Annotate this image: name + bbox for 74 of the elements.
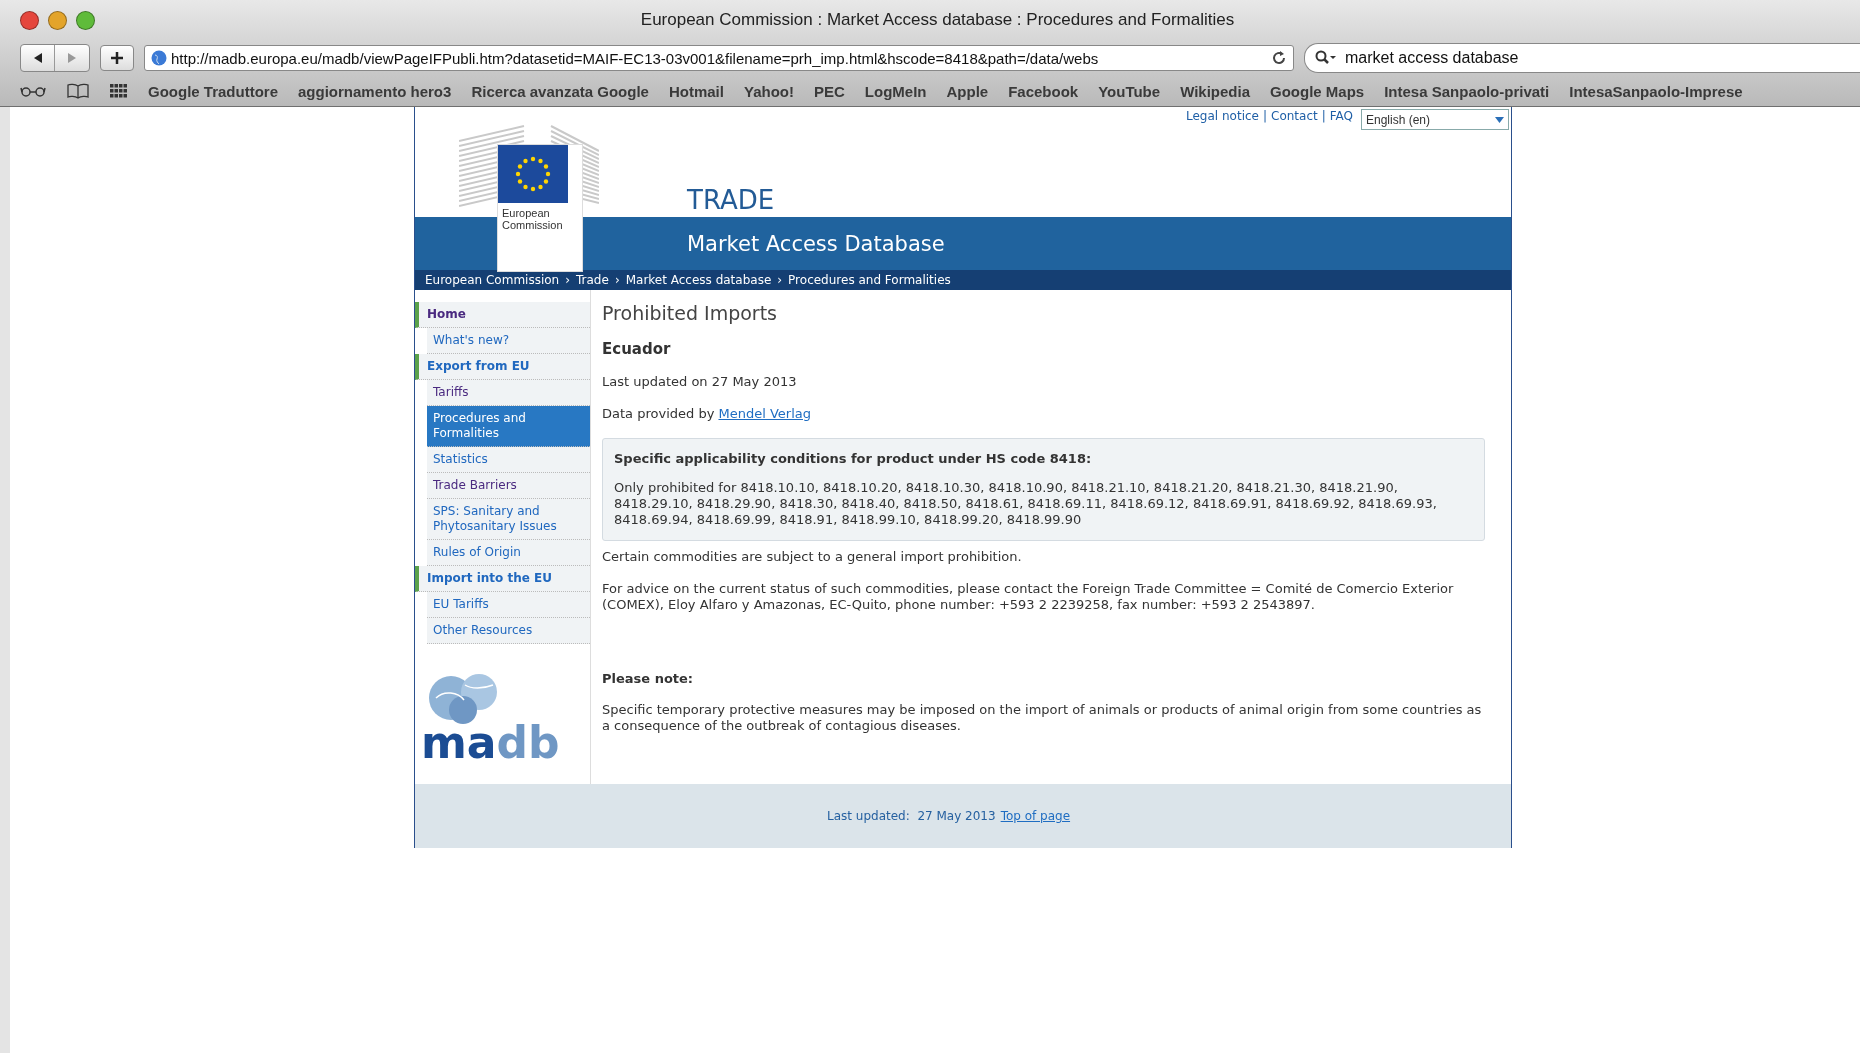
sidebar-section[interactable]: Import into the EU bbox=[415, 566, 590, 592]
plus-icon bbox=[110, 51, 124, 65]
sidebar-section[interactable]: Export from EU bbox=[415, 354, 590, 380]
provider-text: Data provided by Mendel Verlag bbox=[602, 406, 812, 422]
sidebar-subitem[interactable]: Statistics bbox=[427, 447, 590, 473]
bookmark-link[interactable]: LogMeIn bbox=[864, 82, 927, 100]
provider-link[interactable]: Mendel Verlag bbox=[718, 406, 811, 421]
forward-arrow-icon bbox=[66, 52, 78, 64]
close-icon[interactable] bbox=[20, 10, 39, 30]
madb-logo: madb bbox=[421, 670, 581, 770]
book-icon[interactable] bbox=[66, 83, 90, 99]
ec-logo[interactable]: European Commission bbox=[498, 145, 582, 271]
note-text: Specific temporary protective measures may be imposed on the import of animals or products of animal origin from some countries as a consequence of the outbreak of contagious diseases. bbox=[602, 702, 1483, 734]
logo-text: European Commission bbox=[501, 206, 564, 233]
dropdown-caret-icon bbox=[1495, 116, 1504, 123]
sidebar-subitem[interactable]: Rules of Origin bbox=[427, 540, 590, 566]
globe-icon bbox=[151, 50, 167, 66]
sidebar-section[interactable]: Home bbox=[415, 302, 590, 328]
language-select[interactable]: English (en) bbox=[1361, 109, 1509, 130]
header-link[interactable]: Legal notice bbox=[1186, 109, 1259, 123]
site-name: Market Access Database bbox=[687, 231, 945, 256]
sidebar-subitem[interactable]: Trade Barriers bbox=[427, 473, 590, 499]
sidebar-subitem[interactable]: Procedures and Formalities bbox=[427, 406, 590, 447]
bookmark-link[interactable]: Facebook bbox=[1008, 82, 1079, 100]
country-heading: Ecuador bbox=[602, 340, 672, 358]
conditions-text: Only prohibited for 8418.10.10, 8418.10.20, 8418.10.30, 8418.10.90, 8418.21.10, 8418.21.20, 8418.21.30, 8418.21.90, 8418.29.10, 8418.29.90, 8418.30, 8418.40, 8418.50, 8418.61, 8418.69.11, 8418.69.12, 8418.69.91, 8418.69.92, 8418.69.93, 8418.69.94, 8418.69.99, 8418.91, 8418.99.10, 8418.99.20, 8418.99.90 bbox=[614, 480, 1438, 528]
breadcrumb-separator: › bbox=[614, 273, 620, 287]
bookmark-link[interactable]: Yahoo! bbox=[743, 82, 794, 100]
address-field[interactable]: http://madb.europa.eu/madb/viewPageIFPubli.htm?datasetid=MAIF-EC13-03v001&filename=prh_imp.html&hscode=8418&path=/data/webs bbox=[144, 45, 1294, 71]
bookmark-link[interactable]: Hotmail bbox=[668, 82, 724, 100]
breadcrumb-link[interactable]: European Commission bbox=[425, 273, 560, 287]
footer-text: Last updated: 27 May 2013 bbox=[827, 809, 996, 823]
note-heading: Please note: bbox=[602, 671, 695, 686]
window-title: European Commission : Market Access database : Procedures and Formalities bbox=[639, 10, 1236, 30]
header-link[interactable]: Contact bbox=[1271, 109, 1318, 123]
header-link[interactable]: FAQ bbox=[1329, 109, 1353, 123]
eu-flag-icon bbox=[498, 145, 568, 203]
breadcrumb-link[interactable]: Market Access database bbox=[625, 273, 772, 287]
reload-icon[interactable] bbox=[1271, 50, 1287, 66]
body-paragraph: Certain commodities are subject to a general import prohibition. bbox=[602, 549, 1023, 565]
glasses-icon[interactable] bbox=[20, 84, 46, 98]
link-separator: | bbox=[1321, 109, 1326, 123]
top-of-page-link[interactable]: Top of page bbox=[1000, 809, 1071, 823]
bookmark-link[interactable]: Google Maps bbox=[1270, 82, 1365, 100]
minimize-icon[interactable] bbox=[48, 10, 67, 30]
bookmark-link[interactable]: PEC bbox=[814, 82, 845, 100]
breadcrumb-separator: › bbox=[777, 273, 783, 287]
bookmark-link[interactable]: Intesa Sanpaolo-privati bbox=[1384, 82, 1550, 100]
bookmark-link[interactable]: IntesaSanpaolo-Imprese bbox=[1569, 82, 1743, 100]
zoom-icon[interactable] bbox=[76, 10, 95, 30]
page-title: Prohibited Imports bbox=[602, 302, 778, 324]
link-separator: | bbox=[1262, 109, 1267, 123]
search-icon bbox=[1315, 50, 1337, 66]
bookmark-link[interactable]: Apple bbox=[946, 82, 989, 100]
grid-icon[interactable] bbox=[110, 84, 128, 98]
bookmark-link[interactable]: Google Traduttore bbox=[148, 82, 278, 100]
conditions-title: Specific applicability conditions for product under HS code 8418: bbox=[614, 451, 1093, 466]
sidebar-subitem[interactable]: What's new? bbox=[427, 328, 590, 354]
breadcrumb-link[interactable]: Procedures and Formalities bbox=[788, 273, 951, 287]
sidebar-subitem[interactable]: Other Resources bbox=[427, 618, 590, 644]
sidebar-subitem[interactable]: SPS: Sanitary and Phytosanitary Issues bbox=[427, 499, 590, 540]
bookmark-link[interactable]: YouTube bbox=[1098, 82, 1161, 100]
breadcrumb-separator: › bbox=[565, 273, 570, 287]
bookmark-link[interactable]: Ricerca avanzata Google bbox=[471, 82, 649, 100]
sidebar-subitem[interactable]: EU Tariffs bbox=[427, 592, 590, 618]
breadcrumb-link[interactable]: Trade bbox=[576, 273, 609, 287]
bookmark-link[interactable]: aggiornamento hero3 bbox=[298, 82, 452, 100]
add-button[interactable] bbox=[100, 45, 134, 71]
sidebar-subitem[interactable]: Tariffs bbox=[427, 380, 590, 406]
search-field[interactable]: market access database bbox=[1304, 43, 1860, 73]
last-updated-text: Last updated on 27 May 2013 bbox=[602, 374, 798, 390]
section-title: TRADE bbox=[687, 185, 775, 215]
body-paragraph: For advice on the current status of such commodities, please contact the Foreign Trade Committee = Comité de Comercio Exterior (COMEX), Eloy Alfaro y Amazonas, EC-Quito, phone number: +593 2 2239258, fax number: +593 2 2543897. bbox=[602, 581, 1455, 613]
bookmark-link[interactable]: Wikipedia bbox=[1180, 82, 1250, 100]
